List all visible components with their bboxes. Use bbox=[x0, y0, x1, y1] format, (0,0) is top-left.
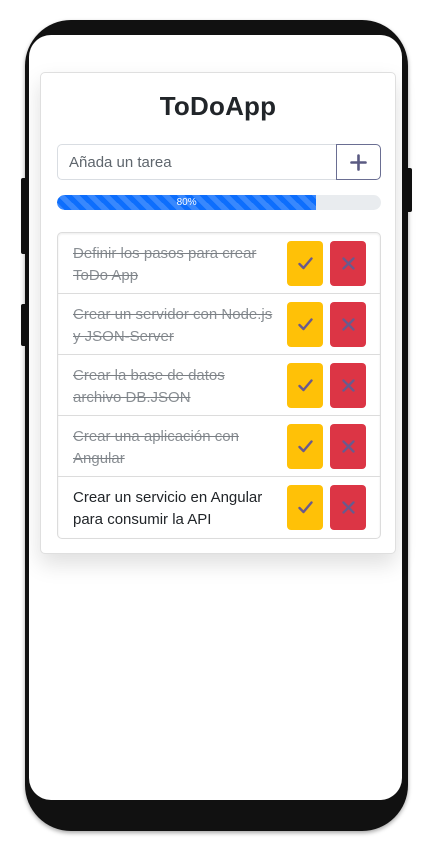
app-title: ToDoApp bbox=[159, 91, 277, 121]
task-text: Crear un servicio en Angular para consum… bbox=[73, 489, 263, 528]
close-icon bbox=[341, 379, 355, 392]
phone-volume-down-button bbox=[21, 304, 27, 346]
phone-volume-up-button bbox=[21, 178, 27, 254]
complete-task-button[interactable] bbox=[287, 424, 323, 469]
phone-power-button bbox=[406, 168, 412, 212]
task-item: Definir los pasos para crear ToDo App bbox=[58, 233, 380, 294]
complete-task-button[interactable] bbox=[287, 241, 323, 286]
task-text: Crear un servidor con Node.js y JSON-Ser… bbox=[73, 306, 273, 345]
delete-task-button[interactable] bbox=[330, 363, 366, 408]
complete-task-button[interactable] bbox=[287, 302, 323, 347]
check-icon bbox=[297, 379, 313, 392]
task-item: Crear una aplicación con Angular bbox=[58, 416, 380, 477]
delete-task-button[interactable] bbox=[330, 485, 366, 530]
task-text: Crear la base de datos archivo DB.JSON bbox=[73, 367, 225, 406]
task-item: Crear la base de datos archivo DB.JSON bbox=[58, 355, 380, 416]
progress-bar-track: 80% bbox=[57, 195, 381, 210]
delete-task-button[interactable] bbox=[330, 241, 366, 286]
check-icon bbox=[297, 257, 313, 270]
progress-bar-fill: 80% bbox=[57, 195, 317, 210]
task-list: Definir los pasos para crear ToDo App Cr… bbox=[57, 232, 381, 539]
plus-icon bbox=[350, 153, 367, 171]
complete-task-button[interactable] bbox=[287, 485, 323, 530]
delete-task-button[interactable] bbox=[330, 302, 366, 347]
delete-task-button[interactable] bbox=[330, 424, 366, 469]
task-item: Crear un servidor con Node.js y JSON-Ser… bbox=[58, 294, 380, 355]
close-icon bbox=[341, 501, 355, 514]
todo-card: ToDoApp 80% Definir los pasos para crear… bbox=[40, 72, 396, 554]
task-text: Definir los pasos para crear ToDo App bbox=[73, 245, 257, 284]
close-icon bbox=[341, 318, 355, 331]
task-text: Crear una aplicación con Angular bbox=[73, 428, 239, 467]
complete-task-button[interactable] bbox=[287, 363, 323, 408]
check-icon bbox=[297, 501, 313, 514]
task-input[interactable] bbox=[57, 144, 337, 180]
check-icon bbox=[297, 318, 313, 331]
add-task-button[interactable] bbox=[336, 144, 381, 180]
progress-label: 80% bbox=[176, 197, 197, 208]
task-item: Crear un servicio en Angular para consum… bbox=[58, 477, 380, 538]
check-icon bbox=[297, 440, 313, 453]
close-icon bbox=[341, 440, 355, 453]
close-icon bbox=[341, 257, 355, 270]
